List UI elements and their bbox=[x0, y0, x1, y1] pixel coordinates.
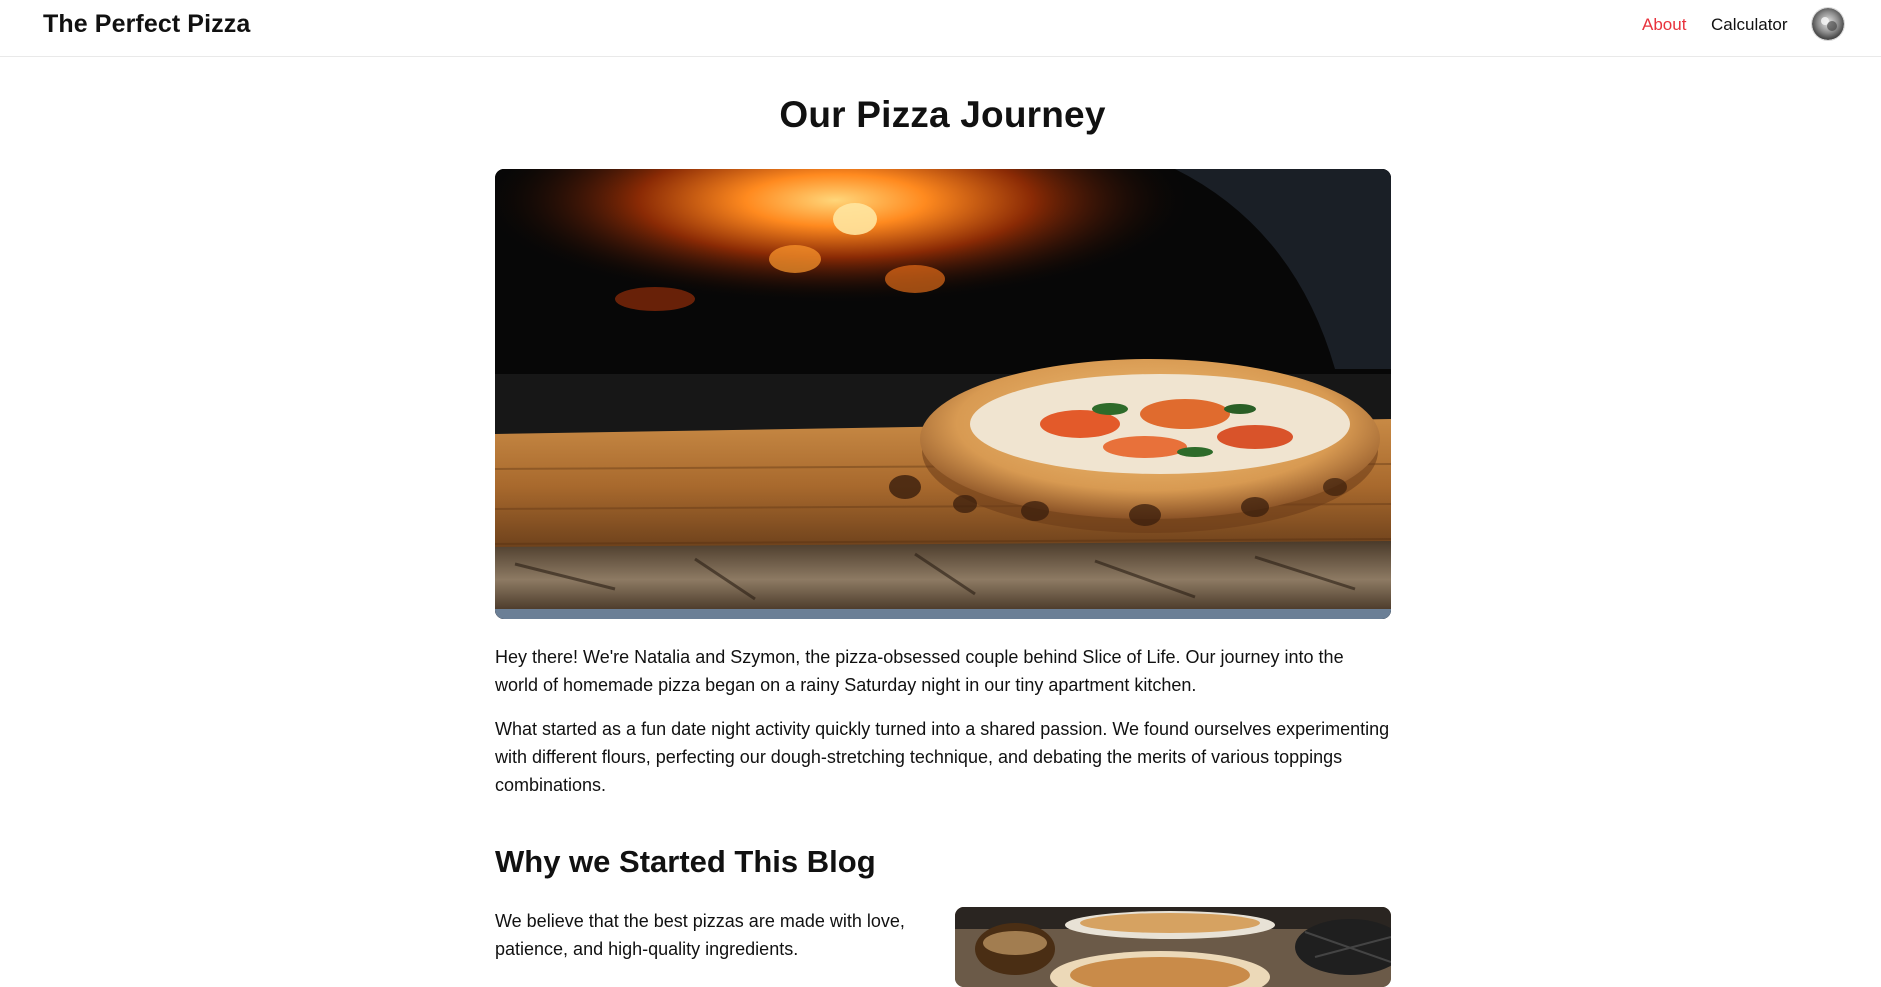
section-heading: Why we Started This Blog bbox=[495, 844, 876, 879]
intro-paragraph: Hey there! We're Natalia and Szymon, the… bbox=[495, 647, 1344, 695]
brand-logo-text[interactable]: The Perfect Pizza bbox=[43, 10, 250, 39]
nav-link-about[interactable]: About bbox=[1642, 15, 1686, 35]
pizza-table-image bbox=[955, 907, 1391, 987]
nav-link-calculator[interactable]: Calculator bbox=[1711, 15, 1788, 35]
page-title: Our Pizza Journey bbox=[779, 94, 1106, 135]
user-avatar-icon[interactable] bbox=[1812, 8, 1844, 40]
hero-pizza-image bbox=[495, 169, 1391, 619]
top-navigation-bar: The Perfect Pizza About Calculator bbox=[0, 0, 1881, 57]
story-paragraph: What started as a fun date night activit… bbox=[495, 719, 1390, 795]
section-paragraph: We believe that the best pizzas are made… bbox=[495, 911, 905, 959]
